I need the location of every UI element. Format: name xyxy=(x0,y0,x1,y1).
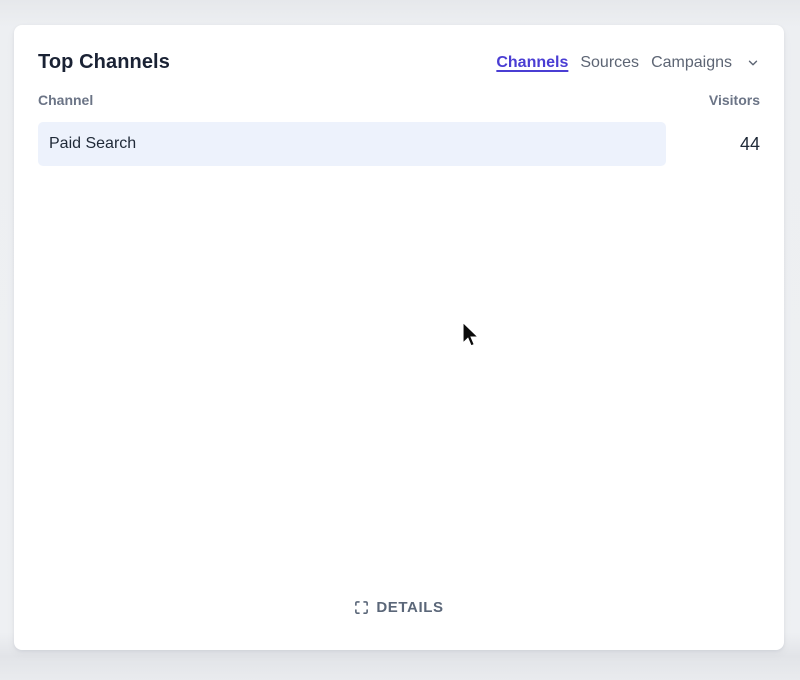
tab-sources[interactable]: Sources xyxy=(580,54,639,72)
column-header-row: Channel Visitors xyxy=(38,92,760,108)
tab-campaigns[interactable]: Campaigns xyxy=(651,54,732,72)
row-bar: Paid Search xyxy=(38,122,666,166)
card-header: Top Channels Channels Sources Campaigns xyxy=(38,51,760,74)
row-visitors-value: 44 xyxy=(740,122,760,166)
details-button[interactable]: DETAILS xyxy=(354,599,443,616)
column-header-channel: Channel xyxy=(38,92,93,108)
table-row[interactable]: Paid Search 44 xyxy=(38,122,760,166)
breakdown-tab-group: Channels Sources Campaigns xyxy=(496,54,760,72)
chevron-down-icon[interactable] xyxy=(746,56,760,70)
card-empty-space xyxy=(38,166,760,599)
row-label[interactable]: Paid Search xyxy=(49,135,136,153)
card-title: Top Channels xyxy=(38,51,170,74)
column-header-visitors: Visitors xyxy=(709,92,760,108)
expand-icon xyxy=(354,600,369,615)
details-label: DETAILS xyxy=(376,599,443,616)
top-channels-card: Top Channels Channels Sources Campaigns … xyxy=(14,25,784,650)
channel-row-list: Paid Search 44 xyxy=(38,122,760,166)
tab-channels[interactable]: Channels xyxy=(496,54,568,72)
